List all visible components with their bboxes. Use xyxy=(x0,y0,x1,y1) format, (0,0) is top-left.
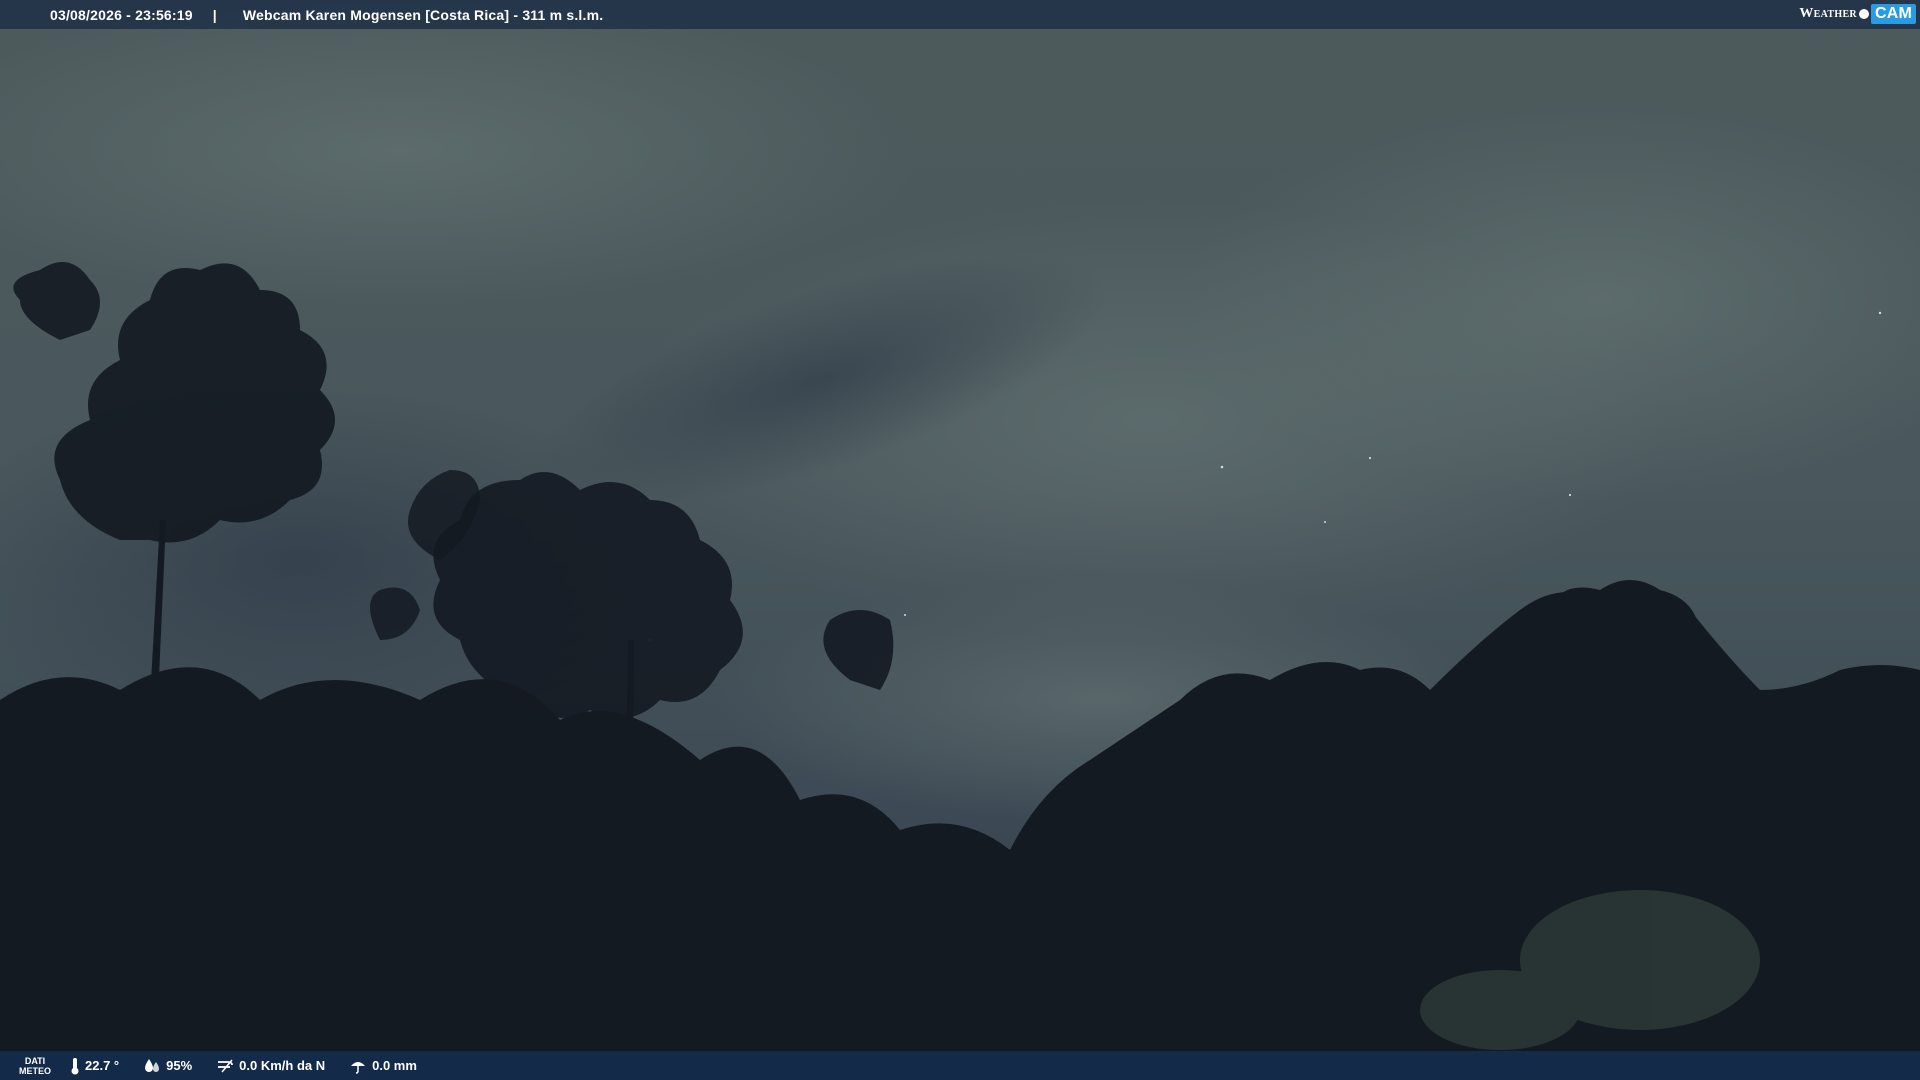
brand-dot-icon xyxy=(1858,9,1869,19)
wind-value: 0.0 Km/h da N xyxy=(239,1058,326,1073)
weathercam-logo: Weather CAM xyxy=(1799,3,1916,25)
wind-stat: 0.0 Km/h da N xyxy=(216,1058,325,1074)
thermometer-icon xyxy=(71,1057,79,1074)
rain-icon xyxy=(351,1061,366,1074)
humidity-stat: 95% xyxy=(143,1058,192,1074)
capture-datetime: 03/08/2026 - 23:56:19 xyxy=(50,6,193,23)
temperature-value: 22.7 ° xyxy=(85,1058,120,1073)
wind-icon xyxy=(218,1059,234,1072)
humidity-value: 95% xyxy=(166,1058,193,1073)
top-bar: 03/08/2026 - 23:56:19 | Webcam Karen Mog… xyxy=(0,0,1920,29)
brand-cam-text: CAM xyxy=(1870,4,1916,24)
humidity-icon xyxy=(145,1058,160,1072)
title-separator: | xyxy=(212,6,217,23)
webcam-night-scene xyxy=(0,0,1920,1080)
webcam-title: Webcam Karen Mogensen [Costa Rica] - 311… xyxy=(242,6,604,23)
weather-data-bar: DATI METEO 22.7 ° 95% 0.0 Km/h da N 0.0 … xyxy=(0,1051,1920,1080)
temperature-stat: 22.7 ° xyxy=(70,1057,119,1075)
rain-value: 0.0 mm xyxy=(372,1058,417,1073)
rain-stat: 0.0 mm xyxy=(349,1058,417,1074)
brand-weather-text: Weather xyxy=(1799,6,1857,21)
meteo-label: DATI METEO xyxy=(18,1055,51,1076)
